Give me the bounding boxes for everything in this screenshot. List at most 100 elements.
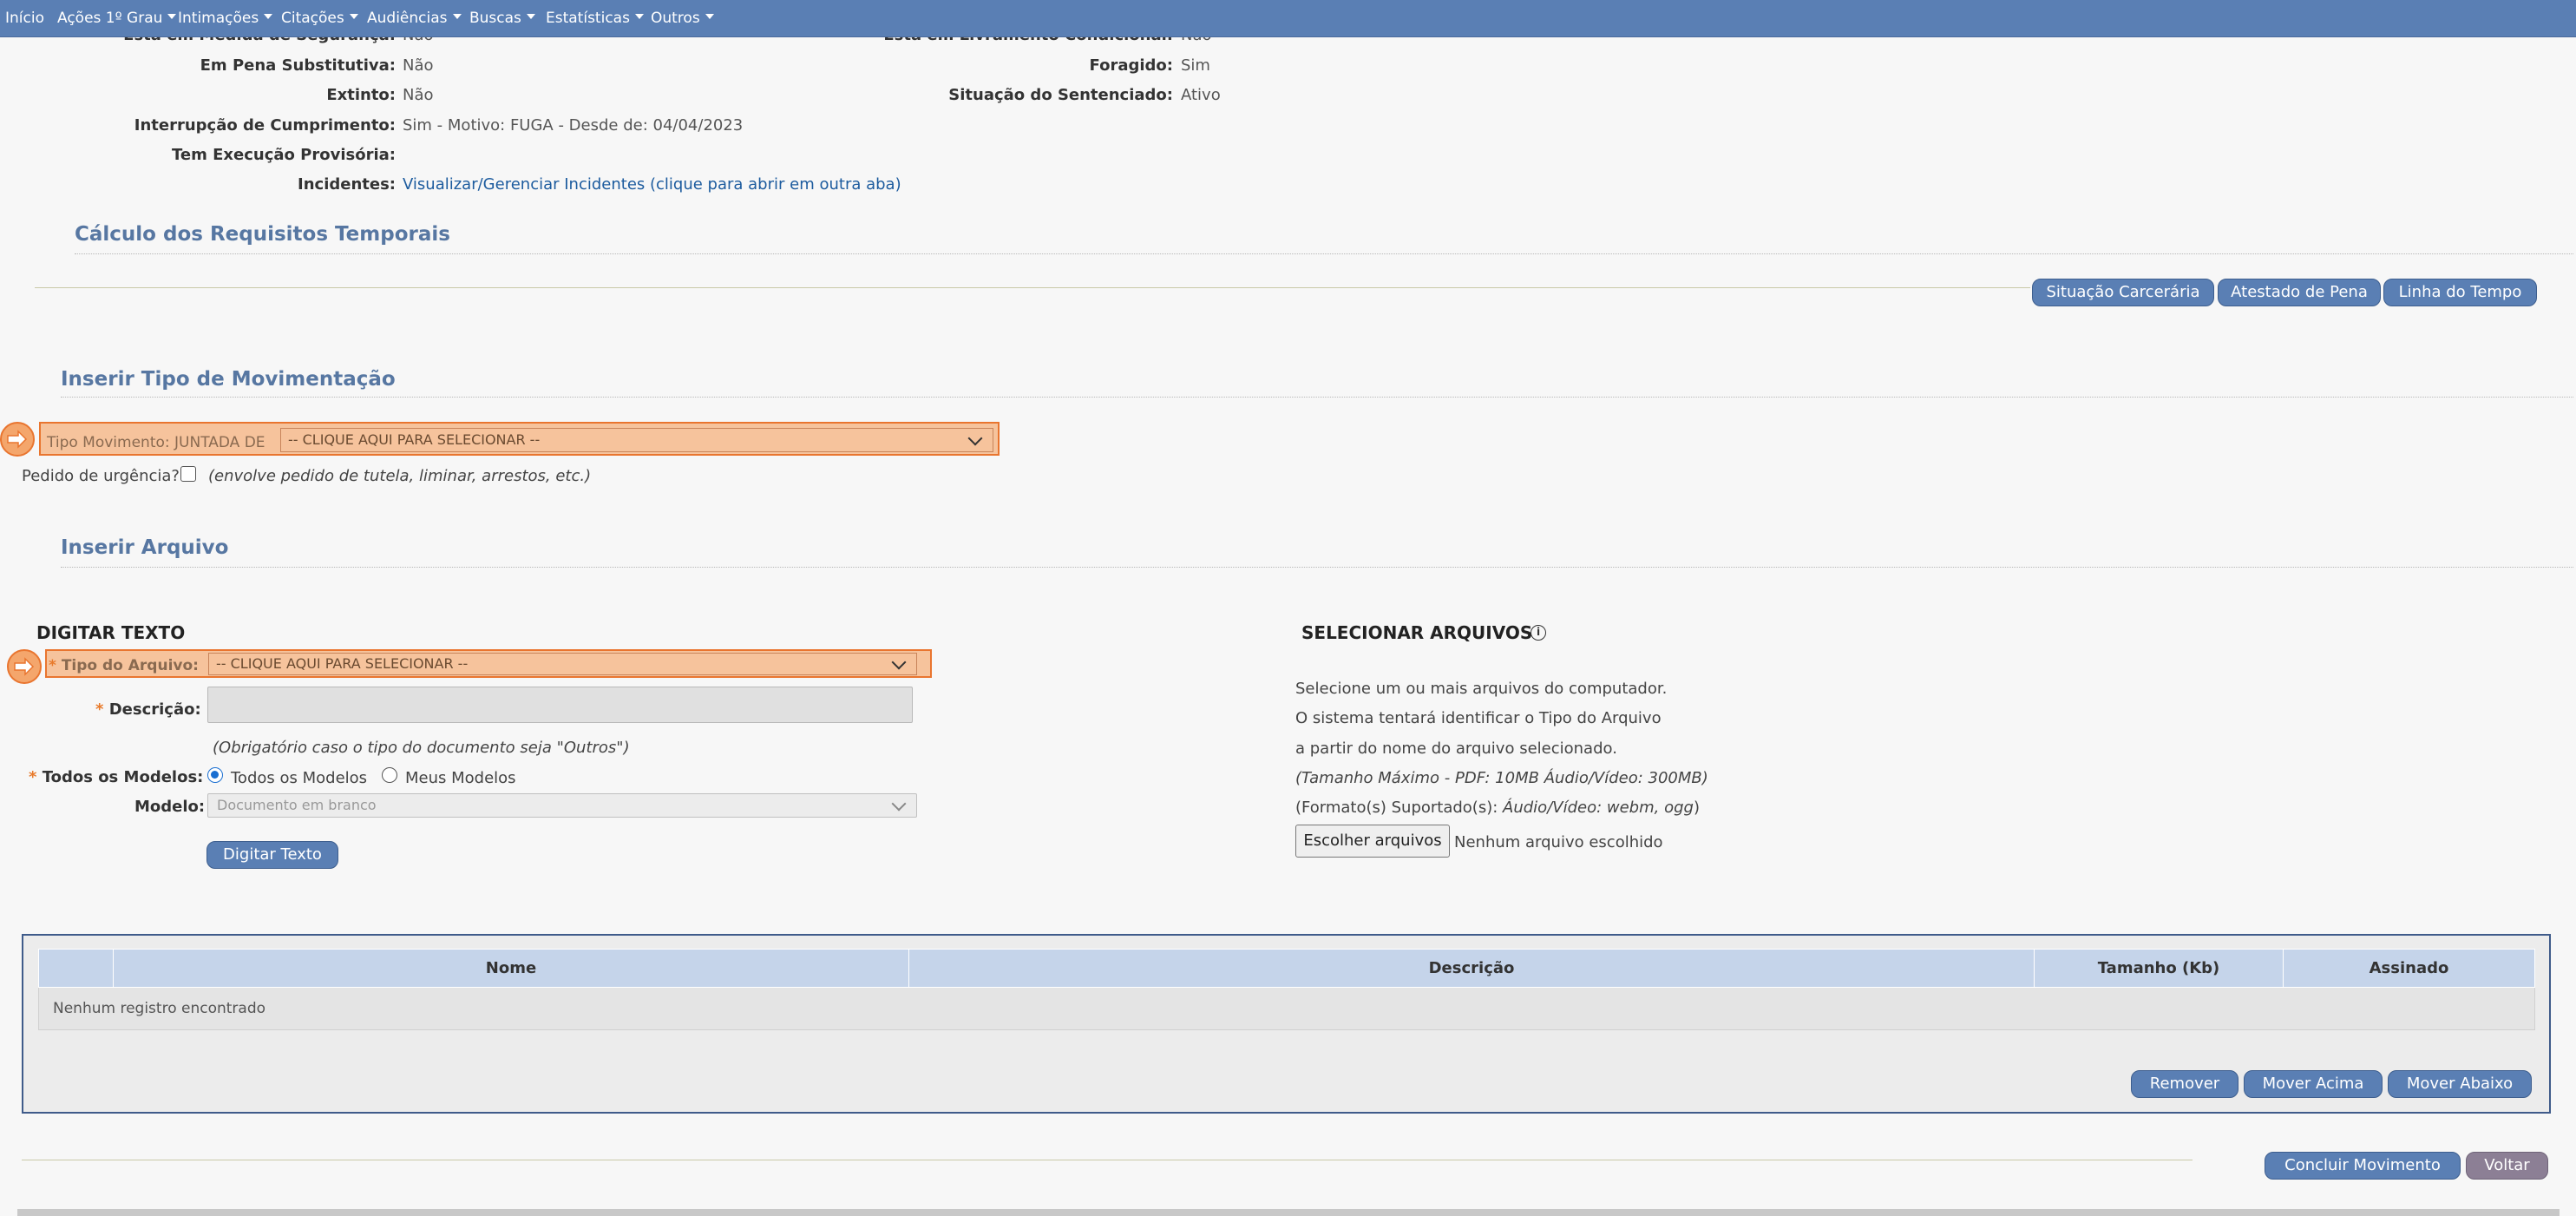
descricao-label: * Descrição: bbox=[95, 700, 201, 719]
selecionar-arquivos-heading: SELECIONAR ARQUIVOS bbox=[1301, 622, 1533, 643]
pedido-urgencia-checkbox[interactable] bbox=[180, 466, 196, 482]
nav-outros-label: Outros bbox=[651, 10, 700, 27]
modelo-label: Modelo: bbox=[134, 798, 206, 816]
files-table: Nome Descrição Tamanho (Kb) Assinado Nen… bbox=[38, 949, 2535, 1030]
formatos-prefix: (Formato(s) Suportado(s): bbox=[1295, 799, 1504, 817]
tipo-arquivo-select-value: -- CLIQUE AQUI PARA SELECIONAR -- bbox=[216, 655, 469, 672]
selecionar-line-1: Selecione um ou mais arquivos do computa… bbox=[1295, 680, 1668, 698]
descricao-hint: (Obrigatório caso o tipo do documento se… bbox=[213, 739, 630, 757]
chevron-down-icon bbox=[167, 14, 177, 19]
horizontal-scrollbar[interactable] bbox=[17, 1209, 2560, 1216]
label-pena-substitutiva: Em Pena Substitutiva: bbox=[200, 56, 396, 75]
tipo-movimento-select[interactable]: -- CLIQUE AQUI PARA SELECIONAR -- bbox=[280, 428, 993, 452]
table-row: Nenhum registro encontrado bbox=[38, 987, 2535, 1030]
radio-meus-modelos-label: Meus Modelos bbox=[405, 769, 516, 787]
selecionar-line-3: a partir do nome do arquivo selecionado. bbox=[1295, 739, 1617, 758]
pedido-urgencia-note: (envolve pedido de tutela, liminar, arre… bbox=[208, 467, 592, 485]
nav-audiencias-label: Audiências bbox=[367, 10, 448, 27]
divider bbox=[75, 253, 2573, 254]
files-panel: Nome Descrição Tamanho (Kb) Assinado Nen… bbox=[22, 934, 2551, 1114]
empty-table-message: Nenhum registro encontrado bbox=[38, 987, 2535, 1030]
nav-estatisticas-label: Estatísticas bbox=[546, 10, 630, 27]
situacao-carceraria-button[interactable]: Situação Carcerária bbox=[2032, 279, 2214, 306]
digitar-texto-heading: DIGITAR TEXTO bbox=[36, 622, 186, 643]
todos-modelos-label: * Todos os Modelos: bbox=[29, 768, 204, 786]
chevron-down-icon bbox=[891, 796, 907, 812]
tipo-movimento-label: Tipo Movimento: JUNTADA DE bbox=[47, 434, 265, 451]
column-header-descricao[interactable]: Descrição bbox=[908, 949, 2035, 988]
nav-citacoes-label: Citações bbox=[281, 10, 344, 27]
nav-acoes-label: Ações 1º Grau bbox=[57, 10, 163, 27]
incidentes-link[interactable]: Visualizar/Gerenciar Incidentes (clique … bbox=[403, 175, 901, 194]
label-foragido: Foragido: bbox=[1089, 56, 1173, 75]
selecionar-line-4: (Tamanho Máximo - PDF: 10MB Áudio/Vídeo:… bbox=[1295, 769, 1708, 787]
tipo-arquivo-label: * Tipo do Arquivo: bbox=[49, 657, 199, 674]
column-header-assinado[interactable]: Assinado bbox=[2283, 949, 2535, 988]
linha-tempo-button[interactable]: Linha do Tempo bbox=[2383, 279, 2537, 306]
chevron-down-icon bbox=[967, 431, 983, 446]
arrow-right-icon bbox=[7, 649, 42, 684]
chevron-down-icon bbox=[705, 14, 714, 19]
chevron-down-icon bbox=[349, 14, 358, 19]
section-title-movimentacao: Inserir Tipo de Movimentação bbox=[61, 368, 396, 391]
column-header-tamanho[interactable]: Tamanho (Kb) bbox=[2034, 949, 2284, 988]
file-status: Nenhum arquivo escolhido bbox=[1454, 833, 1663, 851]
chevron-down-icon bbox=[526, 14, 535, 19]
nav-intimacoes-label: Intimações bbox=[178, 10, 259, 27]
nav-acoes[interactable]: Ações 1º Grau bbox=[57, 0, 177, 36]
mover-abaixo-button[interactable]: Mover Abaixo bbox=[2388, 1070, 2532, 1098]
label-incidentes: Incidentes: bbox=[298, 175, 396, 194]
column-header-nome[interactable]: Nome bbox=[113, 949, 909, 988]
label-interrupcao: Interrupção de Cumprimento: bbox=[134, 116, 396, 135]
top-navigation-bar: Início Ações 1º Grau Intimações Citações… bbox=[0, 0, 2576, 37]
chevron-down-icon bbox=[891, 654, 907, 670]
nav-intimacoes[interactable]: Intimações bbox=[178, 0, 273, 36]
nav-estatisticas[interactable]: Estatísticas bbox=[546, 0, 644, 36]
value-foragido: Sim bbox=[1181, 56, 1210, 75]
selecionar-line-2: O sistema tentará identificar o Tipo do … bbox=[1295, 709, 1662, 727]
descricao-input[interactable] bbox=[207, 687, 913, 723]
remover-button[interactable]: Remover bbox=[2131, 1070, 2238, 1098]
chevron-down-icon bbox=[452, 14, 462, 19]
label-extinto: Extinto: bbox=[326, 86, 396, 104]
chevron-down-icon bbox=[264, 14, 273, 19]
tipo-arquivo-select[interactable]: -- CLIQUE AQUI PARA SELECIONAR -- bbox=[208, 653, 917, 675]
radio-todos-modelos-label: Todos os Modelos bbox=[231, 769, 368, 787]
descricao-label-text: Descrição: bbox=[108, 700, 201, 719]
tipo-movimento-select-value: -- CLIQUE AQUI PARA SELECIONAR -- bbox=[288, 431, 541, 448]
nav-buscas-label: Buscas bbox=[469, 10, 521, 27]
voltar-button[interactable]: Voltar bbox=[2466, 1152, 2548, 1180]
todos-modelos-label-text: Todos os Modelos: bbox=[42, 768, 204, 786]
nav-citacoes[interactable]: Citações bbox=[281, 0, 358, 36]
divider bbox=[35, 287, 2030, 288]
modelo-select-value: Documento em branco bbox=[217, 797, 377, 813]
chevron-down-icon bbox=[634, 14, 644, 19]
arrow-right-icon bbox=[0, 422, 35, 457]
radio-meus-modelos[interactable] bbox=[382, 767, 397, 783]
formatos-italic: Áudio/Vídeo: webm, ogg bbox=[1503, 799, 1694, 817]
escolher-arquivos-button[interactable]: Escolher arquivos bbox=[1295, 825, 1450, 858]
nav-outros[interactable]: Outros bbox=[651, 0, 714, 36]
table-header-row: Nome Descrição Tamanho (Kb) Assinado bbox=[38, 949, 2535, 988]
value-interrupcao: Sim - Motivo: FUGA - Desde de: 04/04/202… bbox=[403, 116, 744, 135]
digitar-texto-button[interactable]: Digitar Texto bbox=[206, 841, 338, 869]
mover-acima-button[interactable]: Mover Acima bbox=[2244, 1070, 2383, 1098]
label-situacao-sentenciado: Situação do Sentenciado: bbox=[948, 86, 1173, 104]
nav-inicio[interactable]: Início bbox=[5, 0, 44, 36]
value-extinto: Não bbox=[403, 86, 434, 104]
section-title-arquivo: Inserir Arquivo bbox=[61, 536, 229, 559]
nav-buscas[interactable]: Buscas bbox=[469, 0, 535, 36]
label-execucao-provisoria: Tem Execução Provisória: bbox=[172, 146, 396, 164]
tipo-arquivo-label-text: Tipo do Arquivo: bbox=[61, 657, 199, 674]
concluir-movimento-button[interactable]: Concluir Movimento bbox=[2265, 1152, 2461, 1180]
column-header-select bbox=[38, 949, 114, 988]
formatos-suffix: ) bbox=[1693, 799, 1700, 817]
nav-audiencias[interactable]: Audiências bbox=[367, 0, 462, 36]
radio-todos-modelos[interactable] bbox=[207, 767, 223, 783]
divider bbox=[61, 567, 2573, 568]
value-pena-substitutiva: Não bbox=[403, 56, 434, 75]
atestado-pena-button[interactable]: Atestado de Pena bbox=[2218, 279, 2381, 306]
nav-inicio-label: Início bbox=[5, 10, 44, 27]
modelo-select[interactable]: Documento em branco bbox=[207, 793, 917, 818]
info-icon[interactable]: i bbox=[1531, 625, 1546, 641]
